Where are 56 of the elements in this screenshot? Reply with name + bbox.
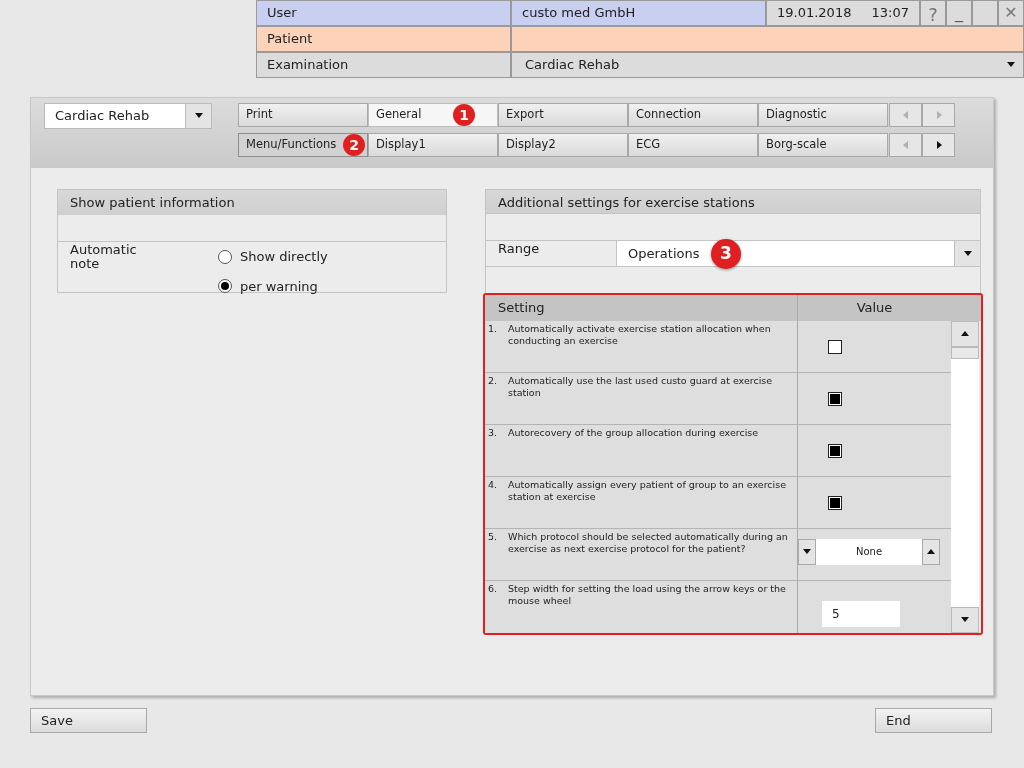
radio-button[interactable]	[218, 279, 232, 294]
examination-label: Examination	[256, 52, 511, 78]
row-number: 5.	[488, 531, 499, 544]
setting-text: Which protocol should be selected automatically during an exercise as next exercise protocol for the patient?	[508, 531, 789, 556]
tab[interactable]: Connection	[628, 103, 758, 127]
group-title: Show patient information	[58, 190, 446, 215]
save-button[interactable]: Save	[30, 708, 147, 733]
setting-text: Step width for setting the load using the arrow keys or the mouse wheel	[508, 583, 787, 608]
next-tab-button[interactable]	[922, 133, 955, 157]
tab[interactable]: Print	[238, 103, 368, 127]
checkbox[interactable]	[828, 391, 842, 406]
end-button[interactable]: End	[875, 708, 992, 733]
range-label: Range	[497, 241, 541, 258]
setting-text: Automatically assign every patient of group to an exercise station at exercise	[508, 479, 787, 504]
protocol-spinner[interactable]: None	[798, 538, 940, 565]
row-number: 6.	[488, 583, 499, 596]
scroll-up-icon	[960, 329, 970, 339]
row-number: 3.	[488, 427, 499, 440]
minimize-button[interactable]: _	[946, 0, 972, 26]
module-dropdown[interactable]: Cardiac Rehab	[44, 103, 212, 129]
patient-label: Patient	[256, 26, 511, 52]
setting-text: Automatically activate exercise station allocation when conducting an exercise	[508, 323, 772, 348]
time-text: 13:07	[871, 4, 909, 22]
tab[interactable]: Display2	[498, 133, 628, 157]
tab[interactable]: General 1	[368, 103, 498, 127]
date-text: 19.01.2018	[777, 4, 852, 22]
column-header: Value	[855, 299, 894, 317]
tab[interactable]: Export	[498, 103, 628, 127]
tab[interactable]: ECG	[628, 133, 758, 157]
user-label: User	[256, 0, 511, 26]
checkbox[interactable]	[828, 495, 842, 510]
setting-text: Autorecovery of the group allocation during exercise	[508, 427, 759, 440]
group-title: Additional settings for exercise stations	[485, 189, 981, 214]
row-number: 4.	[488, 479, 499, 492]
callout-badge: 3	[711, 239, 741, 269]
callout-badge: 2	[343, 134, 365, 156]
user-value: custo med GmbH	[511, 0, 766, 26]
setting-label: Automatic note	[70, 243, 138, 271]
setting-text: Automatically use the last used custo guard at exercise station	[508, 375, 774, 400]
scroll-thumb[interactable]	[951, 347, 979, 359]
scrollbar[interactable]	[951, 321, 979, 633]
checkbox[interactable]	[828, 443, 842, 458]
tab[interactable]: Display1	[368, 133, 498, 157]
callout-badge: 1	[453, 104, 475, 126]
radio-label: Show directly	[240, 248, 328, 266]
checkbox[interactable]	[828, 339, 842, 354]
examination-dropdown[interactable]: Cardiac Rehab	[511, 52, 1024, 78]
radio-button[interactable]	[218, 249, 232, 264]
row-number: 1.	[488, 323, 499, 336]
tab[interactable]: Diagnostic	[758, 103, 888, 127]
tab[interactable]: Menu/Functions 2	[238, 133, 368, 157]
radio-label: per warning	[240, 277, 318, 296]
range-dropdown[interactable]: Operations 3	[616, 241, 980, 266]
step-width-field[interactable]: 5	[822, 601, 900, 627]
row-number: 2.	[488, 375, 499, 388]
tab[interactable]: Borg-scale	[758, 133, 888, 157]
